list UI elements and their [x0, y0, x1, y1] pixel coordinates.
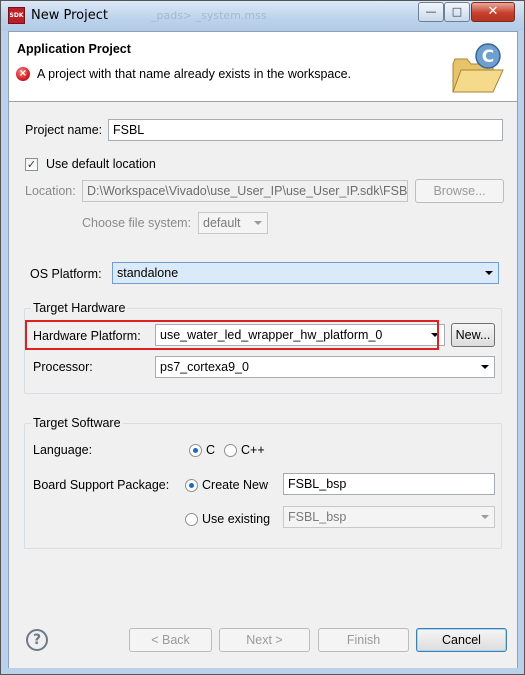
error-message: A project with that name already exists …	[37, 67, 352, 81]
wizard-header: Application Project × A project with tha…	[9, 32, 517, 102]
target-software-title: Target Software	[31, 416, 123, 430]
os-platform-value: standalone	[117, 266, 179, 280]
language-c-radio[interactable]	[189, 444, 202, 457]
project-name-input[interactable]: FSBL	[108, 119, 503, 141]
red-highlight-box	[25, 320, 439, 350]
use-default-location-label: Use default location	[46, 157, 156, 171]
processor-value: ps7_cortexa9_0	[160, 360, 249, 374]
target-hardware-title: Target Hardware	[31, 301, 128, 315]
new-hardware-button[interactable]: New...	[451, 323, 495, 347]
create-new-bsp-input[interactable]: FSBL_bsp	[283, 473, 495, 495]
chevron-down-icon	[485, 271, 493, 275]
sdk-app-icon: SDK	[8, 7, 25, 24]
chevron-down-icon	[481, 365, 489, 369]
processor-label: Processor:	[33, 360, 93, 374]
location-label: Location:	[25, 184, 76, 198]
minimize-button[interactable]: —	[418, 2, 444, 22]
svg-text:C: C	[482, 47, 494, 67]
use-default-location-checkbox[interactable]: ✓	[25, 158, 38, 171]
language-c-label: C	[206, 443, 216, 457]
finish-button[interactable]: Finish	[318, 628, 409, 652]
bsp-label: Board Support Package:	[33, 478, 170, 492]
use-existing-bsp-value: FSBL_bsp	[288, 510, 347, 524]
next-button[interactable]: Next >	[219, 628, 310, 652]
file-system-value: default	[203, 216, 241, 230]
use-existing-radio[interactable]	[185, 513, 198, 526]
page-title: Application Project	[17, 42, 131, 56]
os-platform-select[interactable]: standalone	[112, 262, 499, 284]
title-bar[interactable]: SDK New Project _pads> _system.mss — □ ✕	[1, 1, 524, 31]
new-project-dialog: SDK New Project _pads> _system.mss — □ ✕…	[0, 0, 525, 675]
create-new-label: Create New	[202, 478, 268, 492]
file-system-label: Choose file system:	[82, 216, 192, 230]
help-icon[interactable]: ?	[26, 629, 48, 651]
background-tabs: _pads> _system.mss	[151, 9, 267, 22]
use-existing-label: Use existing	[202, 512, 271, 526]
back-button[interactable]: < Back	[129, 628, 212, 652]
use-existing-bsp-select[interactable]: FSBL_bsp	[283, 506, 495, 528]
language-cpp-radio[interactable]	[224, 444, 237, 457]
window-title: New Project	[31, 8, 108, 23]
wizard-body: Project name: FSBL ✓ Use default locatio…	[9, 103, 517, 623]
os-platform-label: OS Platform:	[30, 267, 102, 281]
error-icon: ×	[16, 67, 30, 81]
chevron-down-icon	[481, 515, 489, 519]
chevron-down-icon	[254, 221, 262, 225]
wizard-footer: ? < Back Next > Finish Cancel	[9, 622, 517, 668]
create-new-radio[interactable]	[185, 479, 198, 492]
file-system-select[interactable]: default	[198, 212, 268, 234]
project-name-label: Project name:	[25, 123, 103, 137]
location-input[interactable]: D:\Workspace\Vivado\use_User_IP\use_User…	[82, 180, 408, 202]
dialog-client-area: Application Project × A project with tha…	[8, 31, 518, 668]
close-button[interactable]: ✕	[471, 2, 515, 22]
c-project-folder-icon: C	[449, 43, 507, 96]
maximize-button[interactable]: □	[444, 2, 470, 22]
cancel-button[interactable]: Cancel	[416, 628, 507, 652]
language-cpp-label: C++	[241, 443, 265, 457]
processor-select[interactable]: ps7_cortexa9_0	[155, 356, 495, 378]
browse-button[interactable]: Browse...	[415, 179, 504, 203]
language-label: Language:	[33, 443, 93, 457]
